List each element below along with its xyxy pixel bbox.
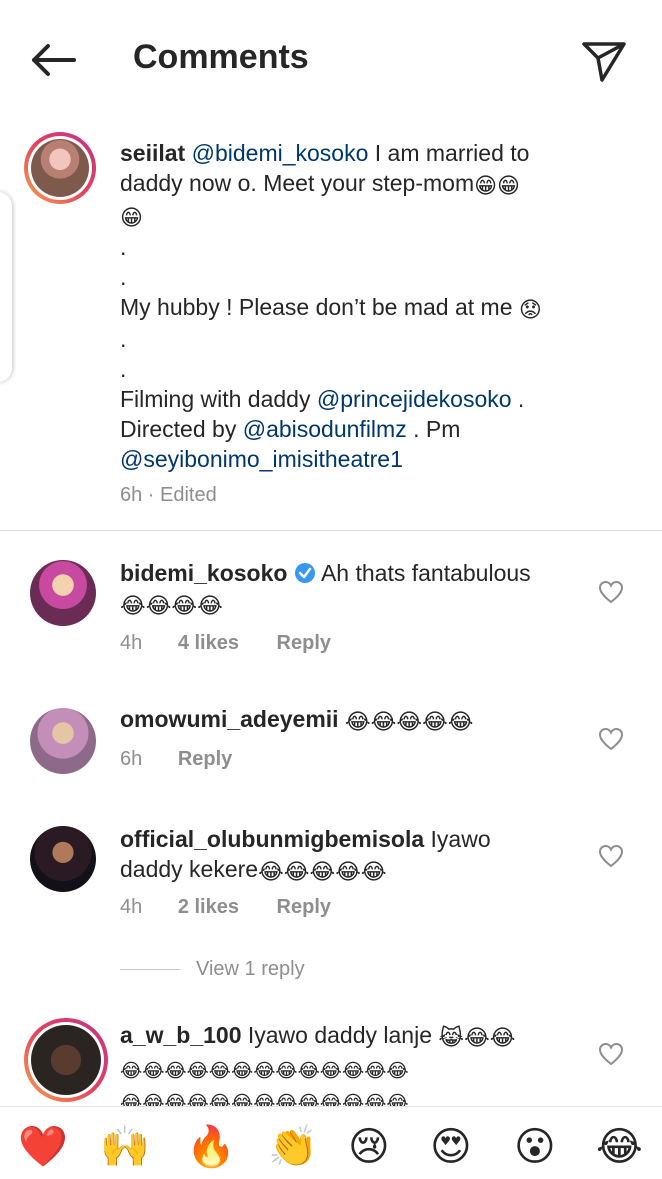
verified-badge-icon xyxy=(294,563,315,583)
avatar[interactable] xyxy=(30,560,96,626)
caption-username[interactable]: seiilat xyxy=(120,140,185,166)
comment-username[interactable]: omowumi_adeyemii xyxy=(120,706,339,732)
comment-meta: 4h 2 likes Reply xyxy=(120,896,332,918)
reaction-laughing-button[interactable]: 😂 xyxy=(596,1125,643,1169)
reply-button[interactable]: Reply xyxy=(178,748,232,770)
avatar[interactable] xyxy=(30,708,96,774)
caption-meta: 6h · Edited xyxy=(120,484,217,506)
comment-text: bidemi_kosoko Ah thats fantabulous 😂😂😂😂 xyxy=(120,560,531,619)
caption-text: seiilat @bidemi_kosoko I am married to d… xyxy=(120,140,542,472)
mention-link[interactable]: @princejidekosoko xyxy=(317,386,512,412)
top-bar: Comments xyxy=(0,0,662,120)
comment-row-clipped: a_w_b_100 Iyawo daddy lanje 😹😂😂 😂😂😂😂😂😂😂😂… xyxy=(0,1016,662,1106)
comment-text: official_olubunmigbemisola Iyawo daddy k… xyxy=(120,826,491,885)
reaction-heart-eyes-button[interactable]: 😍 xyxy=(430,1125,472,1169)
comment-meta: 6h Reply xyxy=(120,748,233,770)
reply-button[interactable]: Reply xyxy=(277,632,331,654)
reaction-clap-button[interactable]: 👏 xyxy=(268,1125,318,1169)
like-heart-icon[interactable] xyxy=(598,580,624,604)
paper-plane-icon[interactable] xyxy=(578,36,630,84)
mention-link[interactable]: @seyibonimo_imisitheatre1 xyxy=(120,446,403,472)
reply-button[interactable]: Reply xyxy=(277,896,331,918)
back-arrow-icon[interactable] xyxy=(26,40,78,80)
side-handle[interactable] xyxy=(0,192,12,382)
mention-link[interactable]: @abisodunfilmz xyxy=(243,416,407,442)
likes-count[interactable]: 2 likes xyxy=(178,896,239,918)
reaction-raised-hands-button[interactable]: 🙌 xyxy=(100,1125,150,1169)
comment-meta: 4h 4 likes Reply xyxy=(120,632,332,654)
avatar[interactable] xyxy=(24,1018,108,1102)
reaction-cry-button[interactable]: 😢 xyxy=(348,1125,390,1169)
divider xyxy=(120,969,180,971)
page-title: Comments xyxy=(133,38,309,76)
like-heart-icon[interactable] xyxy=(598,844,624,868)
divider xyxy=(0,530,662,531)
comment-username[interactable]: official_olubunmigbemisola xyxy=(120,826,424,852)
comment-text: a_w_b_100 Iyawo daddy lanje 😹😂😂 😂😂😂😂😂😂😂😂… xyxy=(120,1022,516,1106)
comment-username[interactable]: a_w_b_100 xyxy=(120,1022,241,1048)
avatar-seiilat[interactable] xyxy=(24,132,96,204)
comment-text: omowumi_adeyemii 😂😂😂😂😂 xyxy=(120,706,474,735)
reaction-fire-button[interactable]: 🔥 xyxy=(186,1125,236,1169)
reaction-surprised-button[interactable]: 😮 xyxy=(514,1125,556,1169)
like-heart-icon[interactable] xyxy=(598,1042,624,1066)
mention-link[interactable]: @bidemi_kosoko xyxy=(192,140,369,166)
avatar[interactable] xyxy=(30,826,96,892)
likes-count[interactable]: 4 likes xyxy=(178,632,239,654)
reaction-bar: ❤️ 🙌 🔥 👏 😢 😍 😮 😂 xyxy=(0,1106,662,1179)
comment-username[interactable]: bidemi_kosoko xyxy=(120,560,287,586)
reaction-heart-button[interactable]: ❤️ xyxy=(18,1125,68,1169)
view-replies-button[interactable]: View 1 reply xyxy=(120,958,305,981)
like-heart-icon[interactable] xyxy=(598,727,624,751)
